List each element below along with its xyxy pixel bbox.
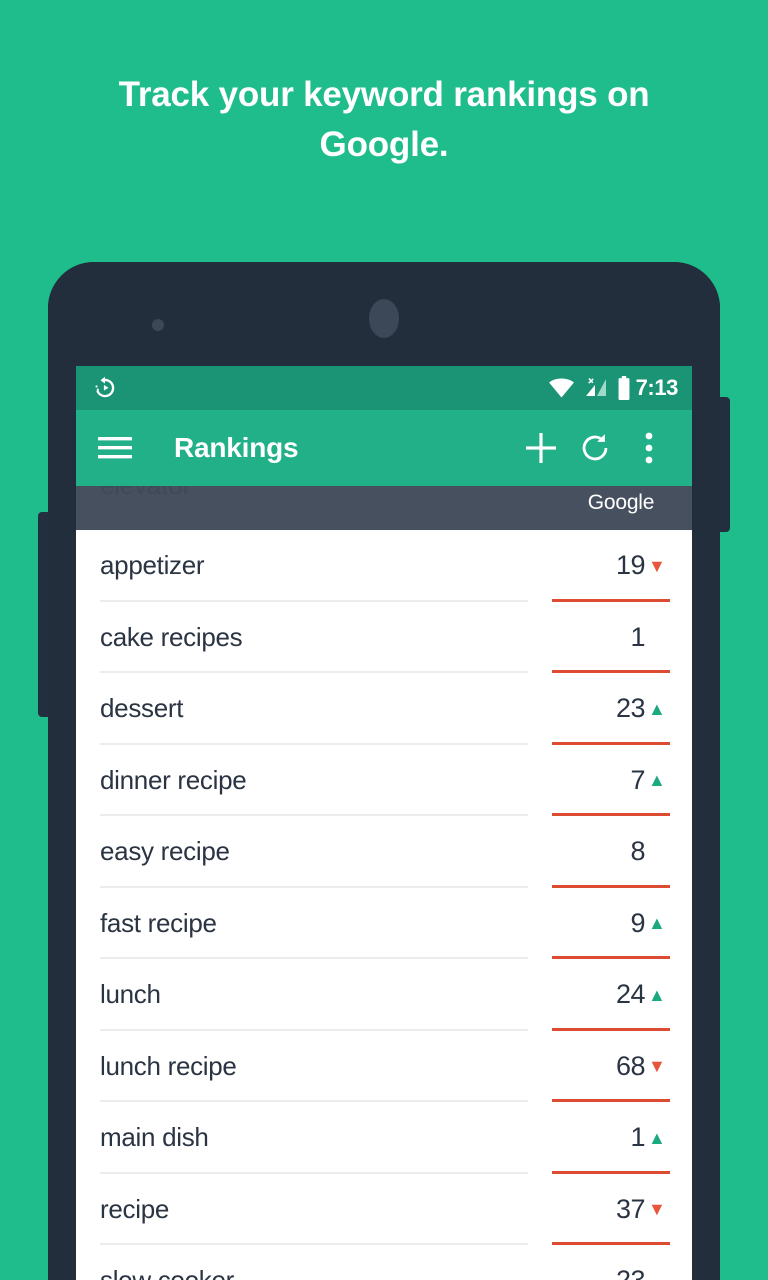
rank-cell: 24 ▲	[550, 959, 670, 1031]
rank-value: 23	[616, 1265, 646, 1280]
keyword-cell: main dish	[100, 1102, 550, 1174]
status-bar: 7:13	[76, 366, 692, 410]
add-keyword-button[interactable]	[514, 421, 568, 475]
rank-trend-up-icon: ▲	[648, 770, 666, 791]
rank-cell: 9 ▲	[550, 888, 670, 960]
keyword-cell: lunch recipe	[100, 1031, 550, 1103]
overflow-menu-button[interactable]	[622, 421, 676, 475]
rank-cell: 19 ▼	[550, 530, 670, 602]
rank-value: 68	[615, 1050, 646, 1081]
table-row[interactable]: fast recipe 9 ▲	[76, 888, 692, 960]
refresh-icon	[579, 432, 611, 464]
rank-value: 19	[615, 550, 646, 581]
rank-value: 24	[615, 979, 646, 1010]
keyword-cell: easy recipe	[100, 816, 550, 888]
front-camera-icon	[369, 299, 399, 338]
rank-cell: 1▲	[550, 602, 670, 674]
history-refresh-icon	[92, 375, 118, 401]
proximity-sensor-icon	[152, 319, 164, 331]
rank-cell: 23▲	[550, 1245, 670, 1280]
phone-screen: 7:13 Rankings Google appetizer 19 ▼ cake…	[76, 366, 692, 1280]
rank-value: 37	[615, 1193, 646, 1224]
phone-device-mockup: 7:13 Rankings Google appetizer 19 ▼ cake…	[38, 262, 730, 1280]
app-bar: Rankings	[76, 410, 692, 486]
page-title: Rankings	[174, 432, 299, 463]
keyword-cell: dessert	[100, 673, 550, 745]
table-row[interactable]: appetizer 19 ▼	[76, 530, 692, 602]
keyword-cell: cake recipes	[100, 602, 550, 674]
battery-icon	[617, 376, 631, 400]
table-row[interactable]: lunch recipe 68 ▼	[76, 1031, 692, 1103]
rank-value: 9	[630, 907, 645, 938]
rank-trend-up-icon: ▲	[648, 913, 666, 934]
scrolled-row-peek: elevator	[100, 486, 191, 501]
table-row[interactable]: slow cooker23▲	[76, 1245, 692, 1280]
refresh-button[interactable]	[568, 421, 622, 475]
table-row[interactable]: dessert 23 ▲	[76, 673, 692, 745]
keyword-cell: dinner recipe	[100, 745, 550, 817]
rank-cell: 37 ▼	[550, 1174, 670, 1246]
table-row[interactable]: cake recipes1▲	[76, 602, 692, 674]
rank-value: 1	[630, 621, 645, 652]
search-engine-label: Google	[587, 491, 655, 514]
rank-value: 8	[630, 836, 645, 867]
hamburger-menu-icon[interactable]	[98, 435, 132, 461]
keyword-cell: fast recipe	[100, 888, 550, 960]
keyword-cell: recipe	[100, 1174, 550, 1246]
plus-add-icon	[524, 431, 558, 465]
rank-trend-down-icon: ▼	[648, 1056, 666, 1077]
rank-trend-up-icon: ▲	[648, 698, 666, 719]
cellular-no-sim-icon	[584, 378, 608, 398]
column-header-bar: elevator Google	[76, 486, 692, 530]
rank-cell: 68 ▼	[550, 1031, 670, 1103]
keyword-cell: slow cooker	[100, 1245, 550, 1280]
rank-trend-none-icon: ▲	[648, 843, 670, 861]
rank-value: 23	[615, 693, 646, 724]
rank-trend-down-icon: ▼	[648, 555, 666, 576]
rank-trend-down-icon: ▼	[648, 1199, 666, 1220]
rank-cell: 23▲	[550, 673, 670, 745]
rank-cell: 1▲	[550, 1102, 670, 1174]
overflow-menu-icon	[645, 432, 653, 464]
rank-trend-none-icon: ▲	[648, 1272, 670, 1280]
keyword-cell: lunch	[100, 959, 550, 1031]
table-row[interactable]: lunch 24 ▲	[76, 959, 692, 1031]
rankings-list[interactable]: appetizer19▼cake recipes1▲dessert23▲dinn…	[76, 530, 692, 1280]
keyword-cell: appetizer	[100, 530, 550, 602]
table-row[interactable]: recipe 37 ▼	[76, 1174, 692, 1246]
rank-trend-up-icon: ▲	[648, 984, 666, 1005]
table-row[interactable]: main dish 1 ▲	[76, 1102, 692, 1174]
table-row[interactable]: easy recipe8▲	[76, 816, 692, 888]
rank-cell: 7 ▲	[550, 745, 670, 817]
rank-value: 1	[630, 1122, 645, 1153]
rank-trend-up-icon: ▲	[648, 1127, 666, 1148]
status-bar-icons	[548, 376, 631, 400]
promo-headline: Track your keyword rankings on Google.	[118, 75, 650, 164]
rank-cell: 8▲	[550, 816, 670, 888]
rank-trend-none-icon: ▲	[648, 628, 670, 646]
wifi-icon	[548, 378, 575, 398]
table-row[interactable]: dinner recipe 7 ▲	[76, 745, 692, 817]
search-engine-column-header[interactable]: Google	[572, 486, 670, 515]
status-bar-clock: 7:13	[635, 375, 679, 400]
rank-value: 7	[630, 764, 645, 795]
